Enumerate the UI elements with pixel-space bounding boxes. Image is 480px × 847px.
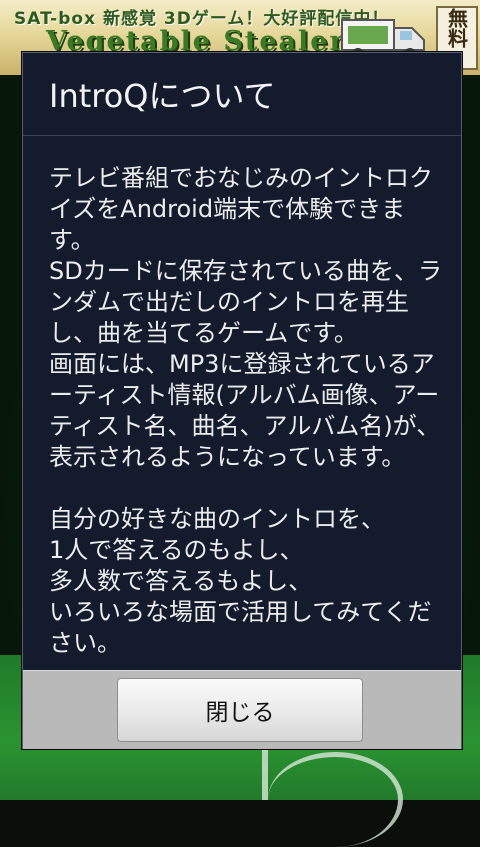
dialog-title: IntroQについて: [49, 77, 276, 115]
dialog-message: テレビ番組でおなじみのイントロクイズをAndroid端末で体験できます。 SDカ…: [49, 164, 442, 657]
field-line: [262, 748, 268, 800]
about-dialog: IntroQについて テレビ番組でおなじみのイントロクイズをAndroid端末で…: [22, 52, 462, 749]
title-divider: [23, 135, 461, 136]
close-button[interactable]: 閉じる: [117, 678, 363, 742]
dialog-button-bar: 閉じる: [23, 670, 461, 749]
